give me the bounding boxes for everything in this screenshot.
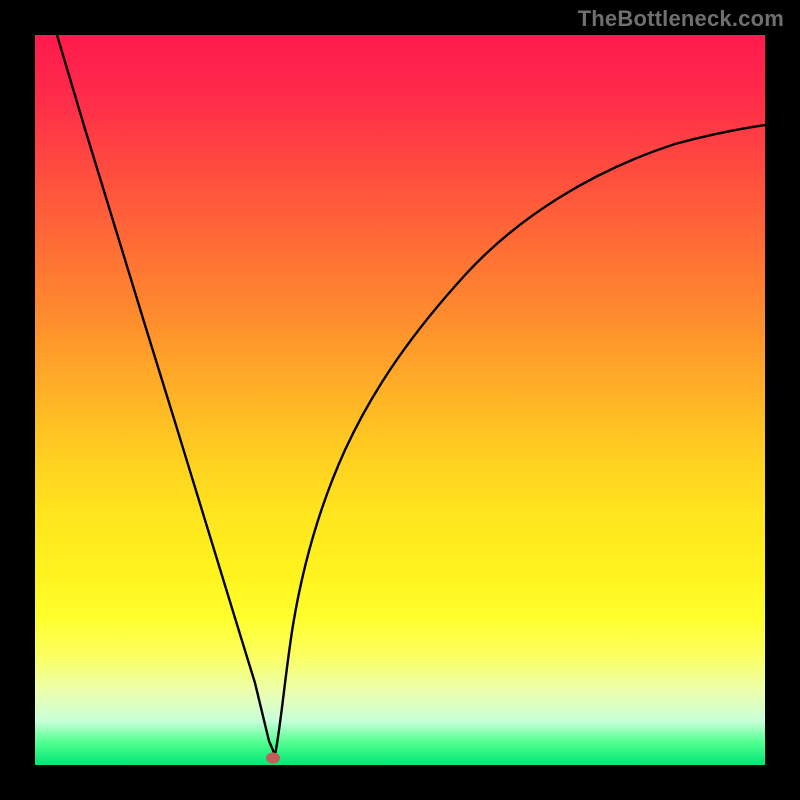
watermark-text: TheBottleneck.com (578, 6, 784, 32)
curve-right-branch (275, 125, 765, 755)
plot-area (35, 35, 765, 765)
bottleneck-curve (35, 35, 765, 765)
chart-frame: TheBottleneck.com (0, 0, 800, 800)
minimum-marker (266, 753, 280, 764)
curve-left-branch (57, 35, 275, 755)
